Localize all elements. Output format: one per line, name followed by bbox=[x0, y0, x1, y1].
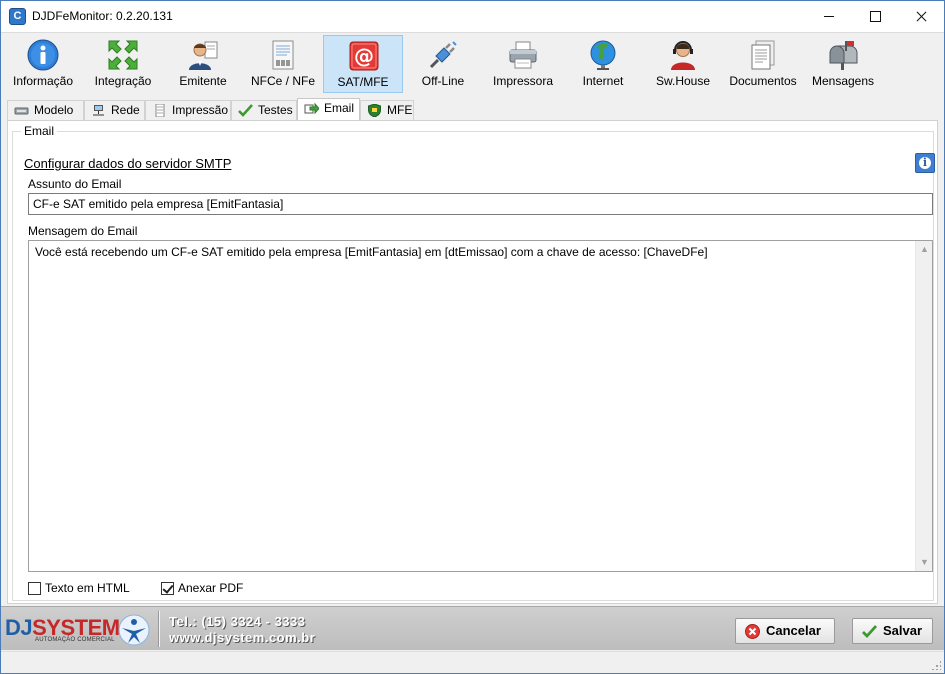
toolbar-documentos-button[interactable]: Documentos bbox=[723, 35, 803, 93]
headset-person-icon bbox=[671, 41, 695, 70]
subject-label: Assunto do Email bbox=[28, 177, 122, 191]
tab-mfe[interactable]: MFE bbox=[360, 100, 414, 120]
attach-pdf-checkbox-box[interactable] bbox=[161, 582, 174, 595]
globe-icon bbox=[590, 40, 616, 70]
html-text-checkbox-box[interactable] bbox=[28, 582, 41, 595]
email-group-title: Email bbox=[21, 124, 58, 138]
toolbar-sw-house-button[interactable]: Sw.House bbox=[643, 35, 723, 93]
documents-icon bbox=[751, 40, 775, 70]
main-window: C DJDFeMonitor: 0.2.20.131 Informação In… bbox=[0, 0, 945, 674]
toolbar-sat-mfe-button[interactable]: @ SAT/MFE bbox=[323, 35, 403, 93]
subject-input[interactable] bbox=[28, 193, 933, 215]
network-icon bbox=[93, 105, 104, 116]
minimize-button[interactable] bbox=[806, 1, 852, 32]
document-barcode-icon bbox=[272, 40, 294, 70]
plug-icon bbox=[429, 41, 457, 69]
info-icon bbox=[27, 39, 59, 71]
app-icon: C bbox=[9, 8, 26, 25]
status-bar bbox=[1, 651, 944, 673]
svg-text:@: @ bbox=[354, 44, 374, 68]
phone-text: Tel.: (15) 3324 - 3333 bbox=[169, 614, 306, 629]
info-icon: i bbox=[922, 156, 928, 169]
email-group: Email Configurar dados do servidor SMTP … bbox=[12, 124, 935, 601]
resize-grip[interactable] bbox=[931, 660, 941, 670]
scroll-down-icon[interactable]: ▼ bbox=[916, 554, 933, 571]
checkmark-icon bbox=[238, 104, 253, 117]
toolbar-internet-button[interactable]: Internet bbox=[563, 35, 643, 93]
main-toolbar: Informação Integração Emitente NFCe / NF… bbox=[1, 32, 944, 94]
save-button[interactable]: Salvar bbox=[852, 618, 933, 644]
message-text: Você está recebendo um CF-e SAT emitido … bbox=[35, 245, 708, 259]
toolbar-nfce-nfe-button[interactable]: NFCe / NFe bbox=[243, 35, 323, 93]
receipt-icon bbox=[155, 104, 165, 117]
toolbar-integracao-button[interactable]: Integração bbox=[83, 35, 163, 93]
info-button[interactable]: i bbox=[915, 153, 935, 173]
brand-tagline: AUTOMAÇÃO COMERCIAL bbox=[35, 637, 115, 643]
cancel-button[interactable]: Cancelar bbox=[735, 618, 835, 644]
printer-icon bbox=[509, 41, 537, 69]
toolbar-emitente-button[interactable]: Emitente bbox=[163, 35, 243, 93]
tab-email[interactable]: Email bbox=[297, 98, 360, 120]
integration-arrows-icon bbox=[108, 40, 138, 70]
tab-rede[interactable]: Rede bbox=[84, 100, 145, 120]
footer-divider bbox=[158, 611, 160, 647]
at-sign-icon: @ bbox=[349, 41, 379, 71]
attach-pdf-checkbox[interactable]: Anexar PDF bbox=[161, 581, 243, 597]
html-text-checkbox[interactable]: Texto em HTML bbox=[28, 581, 130, 597]
checkmark-icon bbox=[862, 625, 877, 639]
close-button[interactable] bbox=[898, 1, 944, 32]
toolbar-off-line-button[interactable]: Off-Line bbox=[403, 35, 483, 93]
brand-prefix: DJ bbox=[5, 615, 33, 640]
title-bar: C DJDFeMonitor: 0.2.20.131 bbox=[1, 1, 944, 32]
maximize-button[interactable] bbox=[852, 1, 898, 32]
cancel-icon bbox=[745, 624, 760, 639]
configure-smtp-link[interactable]: Configurar dados do servidor SMTP bbox=[24, 156, 231, 171]
shield-icon bbox=[368, 104, 381, 117]
toolbar-impressora-button[interactable]: Impressora bbox=[483, 35, 563, 93]
toolbar-informacao-button[interactable]: Informação bbox=[3, 35, 83, 93]
footer-bar: DJSYSTEM AUTOMAÇÃO COMERCIAL Tel.: (15) … bbox=[1, 606, 944, 650]
device-icon bbox=[14, 107, 29, 115]
brand-mark-icon bbox=[118, 614, 150, 646]
email-tab-page: Email Configurar dados do servidor SMTP … bbox=[7, 120, 938, 604]
message-label: Mensagem do Email bbox=[28, 224, 138, 238]
mailbox-icon bbox=[829, 41, 858, 70]
scroll-up-icon[interactable]: ▲ bbox=[916, 241, 933, 258]
tab-modelo[interactable]: Modelo bbox=[7, 100, 84, 120]
website-text: www.djsystem.com.br bbox=[169, 630, 316, 645]
message-scrollbar[interactable]: ▲ ▼ bbox=[915, 241, 932, 571]
tab-impressao[interactable]: Impressão bbox=[145, 100, 231, 120]
message-textarea[interactable]: Você está recebendo um CF-e SAT emitido … bbox=[28, 240, 933, 572]
send-arrow-icon bbox=[304, 102, 319, 115]
tab-testes[interactable]: Testes bbox=[231, 100, 297, 120]
person-icon bbox=[189, 41, 218, 70]
window-title: DJDFeMonitor: 0.2.20.131 bbox=[32, 9, 173, 23]
toolbar-mensagens-button[interactable]: Mensagens bbox=[803, 35, 883, 93]
